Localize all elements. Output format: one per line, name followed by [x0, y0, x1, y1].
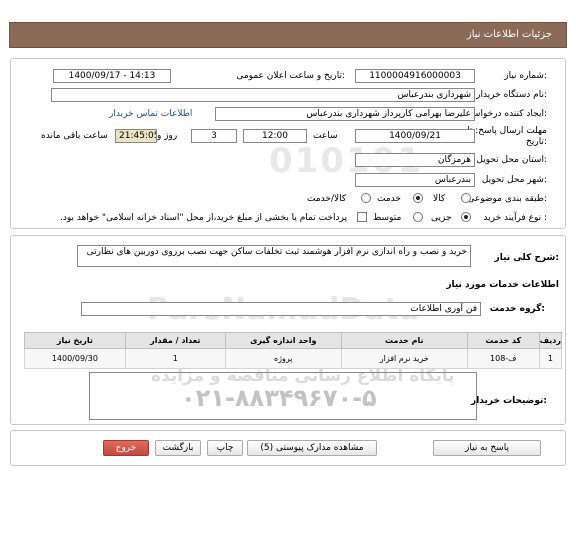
category-label: طبقه بندی موضوعی: — [467, 194, 547, 204]
category-option-service: خدمت — [377, 194, 401, 204]
cell-service-name: خرید نرم افزار — [340, 348, 468, 369]
summary-label: شرح کلی نیاز: — [494, 253, 559, 263]
remaining-time-field: 21:45:05 — [115, 129, 157, 143]
deadline-label-2: تاریخ: — [526, 137, 547, 147]
deadline-label-1: مهلت ارسال پاسخ: تا — [467, 126, 547, 136]
requester-label: ایجاد کننده درخواست: — [464, 109, 547, 119]
page-header-title: جزئیات اطلاعات نیاز — [466, 29, 552, 40]
need-number-label: شماره نیاز: — [504, 71, 547, 81]
deadline-time-field: 12:00 — [243, 129, 307, 143]
process-option-medium: متوسط — [373, 213, 402, 223]
category-radio-goods[interactable] — [461, 193, 471, 203]
page-header: جزئیات اطلاعات نیاز — [9, 22, 567, 48]
deadline-date-field: 1400/09/21 — [355, 129, 475, 143]
th-row-number: ردیف — [538, 332, 563, 349]
buyer-field: شهرداری بندرعباس — [51, 88, 475, 102]
buyer-notes-label: توضیحات خریدار: — [471, 396, 547, 406]
actions-panel: پاسخ به نیاز مشاهده مدارک پیوستی (5) چاپ… — [10, 430, 566, 466]
category-radio-service[interactable] — [413, 193, 423, 203]
need-number-field: 1100004916000003 — [355, 69, 475, 83]
need-info-panel: 010101 شماره نیاز: 1100004916000003 تاری… — [10, 58, 566, 229]
cell-unit: پروژه — [224, 348, 342, 369]
buyer-label: نام دستگاه خریدار: — [476, 90, 547, 100]
category-radio-goods-service[interactable] — [361, 193, 371, 203]
table-row: 1 ف-108 خرید نرم افزار پروژه 1 1400/09/3… — [24, 348, 563, 369]
province-label: استان محل تحویل: — [476, 155, 547, 165]
city-field: بندرعباس — [355, 173, 475, 187]
summary-field: خرید و نصب و راه اندازی نرم افزار هوشمند… — [77, 245, 471, 267]
category-option-goods-service: کالا/خدمت — [307, 194, 347, 204]
cell-need-date: 1400/09/30 — [24, 348, 126, 369]
exit-button[interactable]: خروج — [103, 440, 149, 456]
process-radio-minor[interactable] — [461, 212, 471, 222]
category-option-goods: کالا — [433, 194, 446, 204]
city-label: شهر محل تحویل: — [481, 175, 547, 185]
province-field: هرمزگان — [355, 153, 475, 167]
announce-field: 1400/09/17 - 14:13 — [53, 69, 171, 83]
announce-label: تاریخ و ساعت اعلان عمومی: — [236, 71, 345, 81]
cell-service-code: ف-108 — [466, 348, 540, 369]
th-service-code: کد خدمت — [466, 332, 540, 349]
table-header-row: ردیف کد خدمت نام خدمت واحد اندازه گیری ت… — [24, 332, 563, 349]
remaining-label: ساعت باقی مانده — [41, 131, 108, 141]
group-field: فن آوری اطلاعات — [81, 302, 481, 316]
back-button[interactable]: بازگشت — [155, 440, 201, 456]
services-heading: اطلاعات خدمات مورد نیاز — [446, 280, 559, 290]
requester-field: علیرضا بهرامی کارپرداز شهرداری بندرعباس — [215, 107, 475, 121]
treasury-checkbox[interactable] — [357, 212, 367, 222]
print-button[interactable]: چاپ — [207, 440, 243, 456]
need-details-panel: ParsNamadData پایگاه اطلاع رسانی مناقصه … — [10, 235, 566, 425]
payment-note: پرداخت تمام یا بخشی از مبلغ خرید،از محل … — [59, 213, 347, 223]
services-table: ردیف کد خدمت نام خدمت واحد اندازه گیری ت… — [24, 332, 563, 369]
th-service-name: نام خدمت — [340, 332, 468, 349]
cell-row-number: 1 — [538, 348, 563, 369]
process-label: نوع فرآیند خرید : — [483, 213, 547, 223]
process-option-minor: جزیی — [431, 213, 452, 223]
process-radio-medium[interactable] — [413, 212, 423, 222]
buyer-contact-link[interactable]: اطلاعات تماس خریدار — [109, 109, 192, 119]
deadline-hour-label: ساعت — [313, 131, 338, 141]
cell-quantity: 1 — [124, 348, 226, 369]
th-need-date: تاریخ نیاز — [24, 332, 126, 349]
th-quantity: تعداد / مقدار — [124, 332, 226, 349]
group-label: گروه خدمت: — [489, 304, 545, 314]
days-label: روز و — [157, 131, 178, 141]
days-field: 3 — [191, 129, 237, 143]
view-attachments-button[interactable]: مشاهده مدارک پیوستی (5) — [247, 440, 377, 456]
buyer-notes-box — [89, 372, 477, 420]
reply-button[interactable]: پاسخ به نیاز — [433, 440, 541, 456]
th-unit: واحد اندازه گیری — [224, 332, 342, 349]
